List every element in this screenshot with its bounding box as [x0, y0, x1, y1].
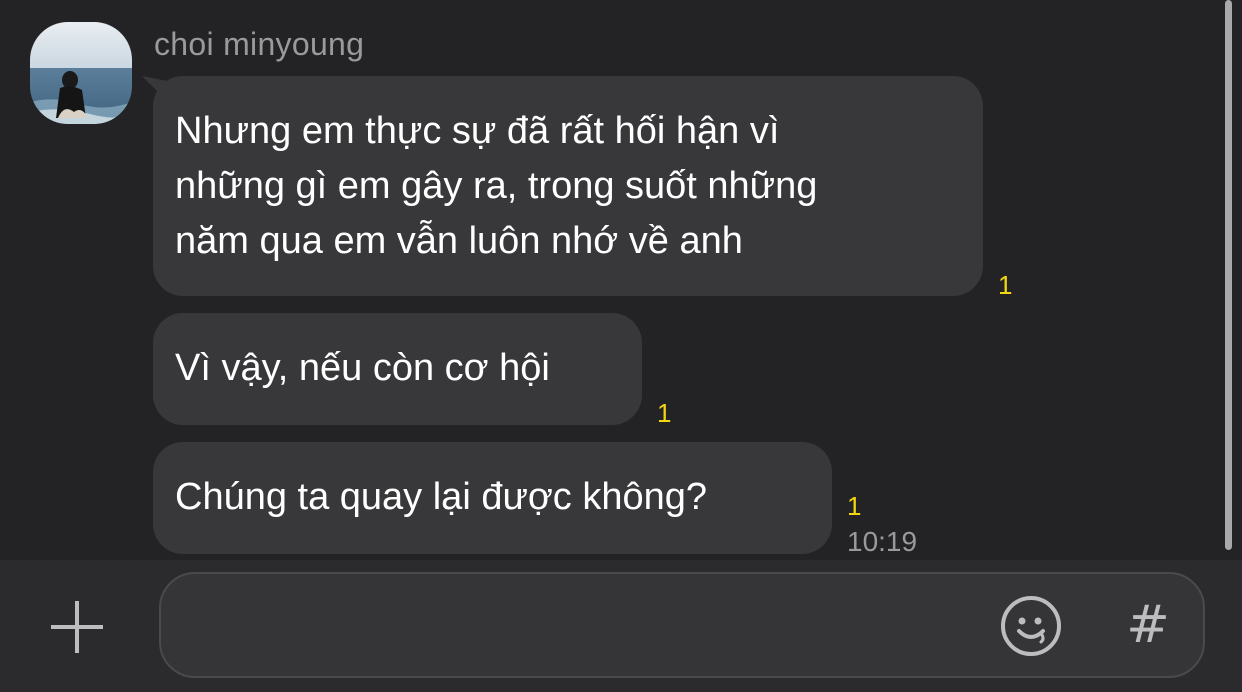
message-line: Chúng ta quay lại được không?: [175, 476, 708, 518]
unread-count: 1: [847, 491, 862, 521]
message-timestamp: 10:19: [847, 526, 918, 557]
unread-count: 1: [998, 270, 1013, 300]
avatar-photo: [30, 22, 132, 124]
sender-name: choi minyoung: [154, 26, 365, 62]
message-input[interactable]: [181, 594, 985, 656]
unread-count: 1: [657, 398, 672, 428]
message-line: Vì vậy, nếu còn cơ hội: [175, 347, 550, 389]
message-bubble[interactable]: Vì vậy, nếu còn cơ hội: [153, 313, 642, 425]
message-bubble[interactable]: Chúng ta quay lại được không?: [153, 442, 832, 554]
message-line: năm qua em vẫn luôn nhớ về anh: [175, 220, 743, 262]
hashtag-button[interactable]: #: [1120, 592, 1176, 658]
smiley-icon[interactable]: [998, 593, 1064, 659]
plus-icon[interactable]: [46, 596, 108, 658]
message-line: những gì em gây ra, trong suốt những: [175, 165, 818, 207]
avatar[interactable]: [30, 22, 132, 124]
scrollbar[interactable]: [1225, 0, 1232, 550]
chat-area: choi minyoung Nhưng em thực sự đã rất hố…: [0, 0, 1242, 560]
message-line: Nhưng em thực sự đã rất hối hận vì: [175, 110, 780, 152]
message-bubble[interactable]: Nhưng em thực sự đã rất hối hận vì những…: [153, 76, 983, 296]
